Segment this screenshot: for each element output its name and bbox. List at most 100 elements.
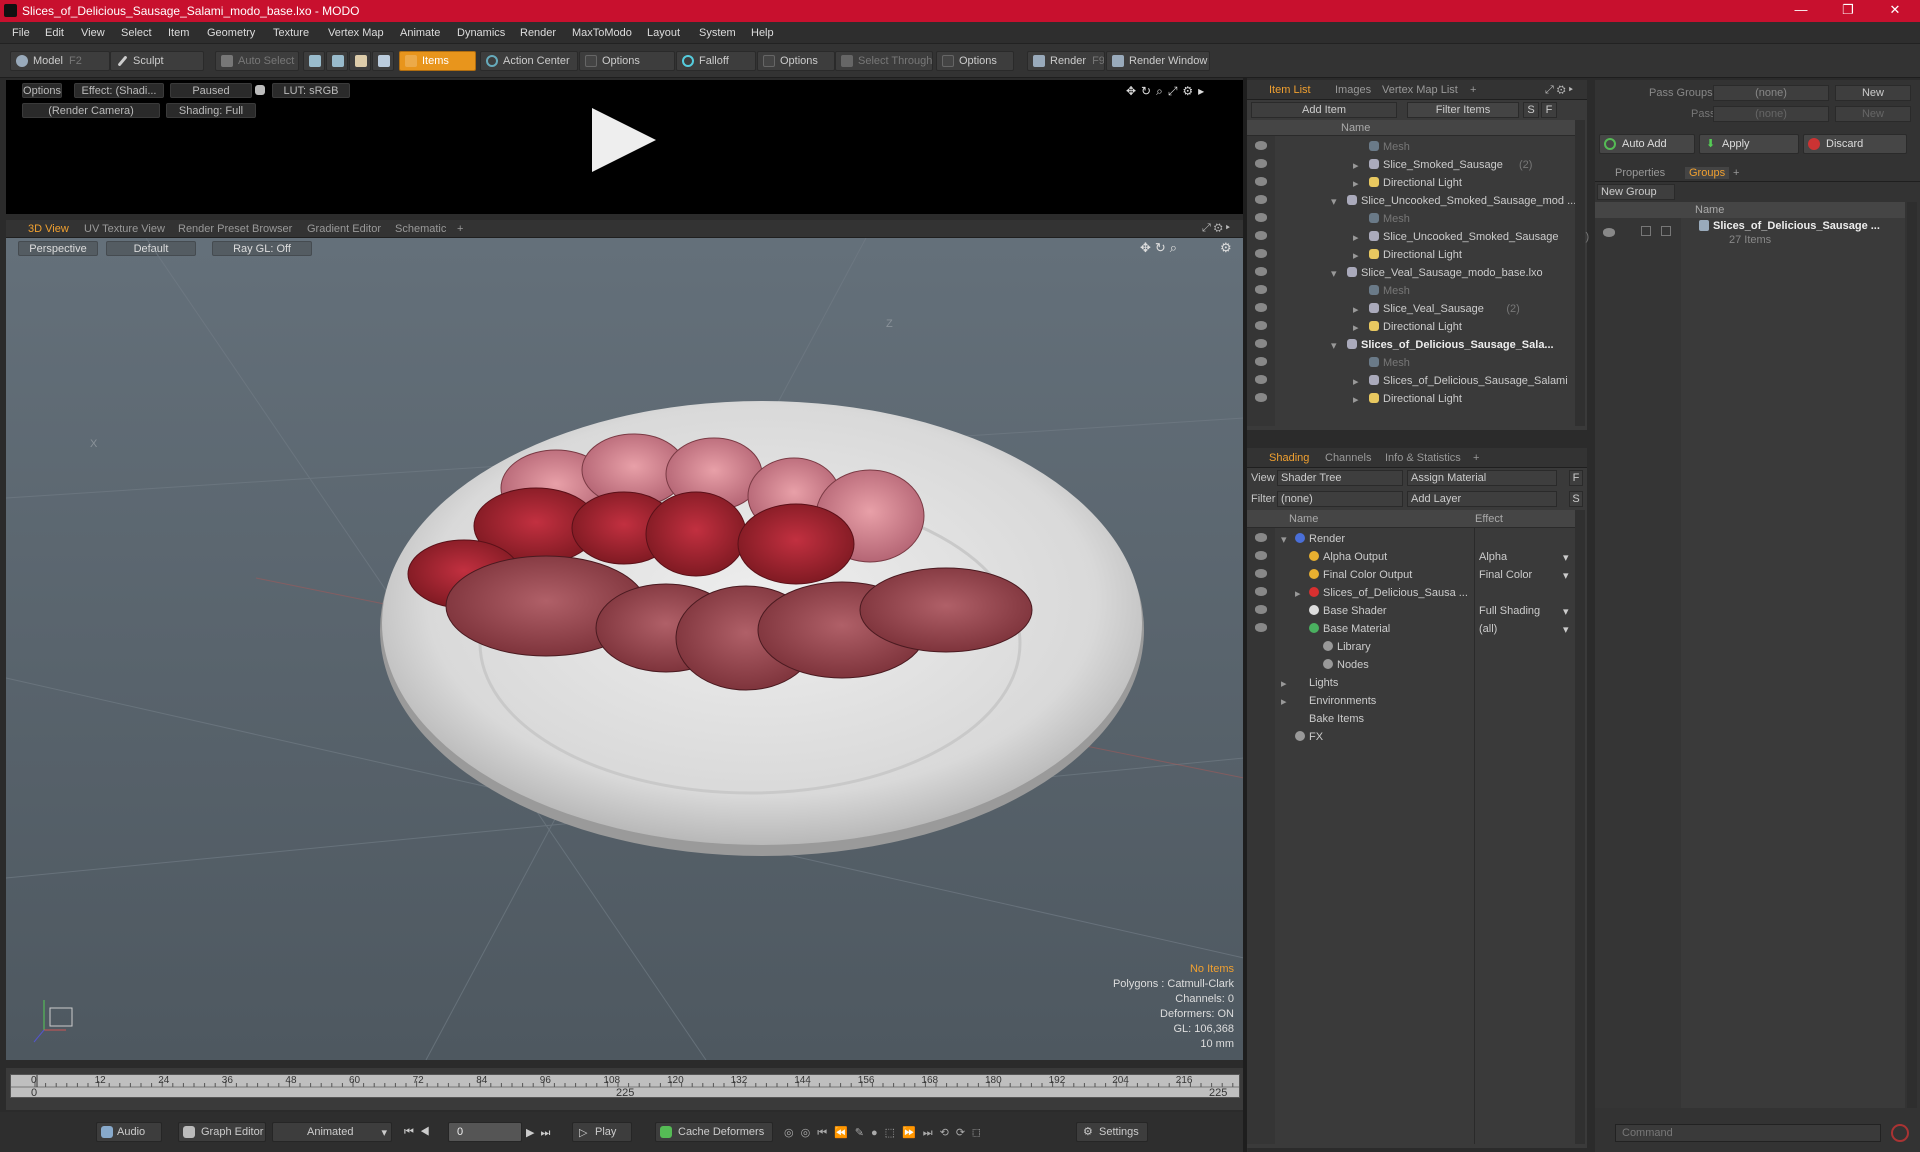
eye-icon[interactable]	[1255, 159, 1267, 168]
add-tab-button[interactable]: +	[457, 223, 463, 235]
new-pass-button[interactable]: New	[1835, 106, 1911, 122]
graph-editor-button[interactable]: Graph Editor	[178, 1122, 266, 1142]
menu-item[interactable]: Item	[168, 27, 189, 39]
panel-divider[interactable]	[1247, 430, 1587, 448]
tab-item-list[interactable]: Item List	[1269, 84, 1311, 96]
filter-s-button[interactable]: S	[1523, 102, 1539, 118]
key-tools-icons[interactable]: ◎◎⏮⏪✎●⬚⏩⏭⟲⟳⬚	[784, 1126, 988, 1140]
item-row[interactable]: ▸ Directional Light	[1247, 390, 1575, 408]
eye-icon[interactable]	[1255, 393, 1267, 402]
preview-options-button[interactable]: Options	[22, 83, 62, 98]
model-mode-button[interactable]: Model F2	[10, 51, 110, 71]
item-row[interactable]: ▸Slice_Uncooked_Smoked_Sausage(2)	[1247, 228, 1589, 246]
play-button[interactable]: ▷ Play	[572, 1122, 632, 1142]
menu-dynamics[interactable]: Dynamics	[457, 27, 505, 39]
expand-icon[interactable]: ▸	[1353, 231, 1359, 244]
item-list-scrollbar[interactable]	[1575, 120, 1585, 426]
panel-menu-icons[interactable]: ⤢⚙▸	[1202, 222, 1233, 235]
select-options-button[interactable]: Options	[936, 51, 1014, 71]
shader-row[interactable]: FX	[1247, 728, 1575, 746]
eye-icon[interactable]	[1255, 357, 1267, 366]
add-layer-dropdown[interactable]: Add Layer	[1407, 491, 1557, 507]
play-icon[interactable]	[592, 108, 656, 172]
eye-icon[interactable]	[1255, 551, 1267, 560]
name-column-header[interactable]: Name	[1695, 204, 1724, 216]
expand-icon[interactable]: ▸	[1353, 177, 1359, 190]
eye-icon[interactable]	[1255, 267, 1267, 276]
3d-viewport[interactable]: Perspective Default Ray GL: Off ✥↻⌕ ⚙ Z …	[6, 238, 1244, 1060]
item-row[interactable]: ▸ Directional Light	[1247, 174, 1575, 192]
items-mode-button[interactable]: Items	[399, 51, 476, 71]
effect-dropdown[interactable]: Alpha	[1479, 551, 1507, 563]
menu-maxtomodo[interactable]: MaxToModo	[572, 27, 632, 39]
render-camera-dropdown[interactable]: (Render Camera)	[22, 103, 160, 118]
auto-select-button[interactable]: Auto Select	[215, 51, 299, 71]
minimize-button[interactable]: —	[1786, 2, 1816, 17]
checkbox-icon[interactable]	[1641, 226, 1651, 236]
item-row[interactable]: Mesh	[1247, 138, 1575, 156]
shader-row[interactable]: ▾ Render	[1247, 530, 1575, 548]
shading-f-button[interactable]: F	[1569, 470, 1583, 486]
pass-groups-dropdown[interactable]: (none)	[1713, 85, 1829, 101]
command-record-icon[interactable]	[1891, 1124, 1909, 1142]
apply-button[interactable]: ⬇ Apply	[1699, 134, 1799, 154]
assign-material-dropdown[interactable]: Assign Material	[1407, 470, 1557, 486]
item-row[interactable]: ▸ Slice_Smoked_Sausage (2)	[1247, 156, 1575, 174]
expand-icon[interactable]: ▸	[1353, 393, 1359, 406]
select-through-button[interactable]: Select Through	[835, 51, 933, 71]
polygons-mode-button[interactable]	[349, 51, 371, 71]
eye-icon[interactable]	[1255, 587, 1267, 596]
menu-system[interactable]: System	[699, 27, 736, 39]
lut-dropdown[interactable]: LUT: sRGB	[272, 83, 350, 98]
shader-row[interactable]: Bake Items	[1247, 710, 1575, 728]
falloff-button[interactable]: Falloff	[676, 51, 756, 71]
eye-icon[interactable]	[1255, 285, 1267, 294]
item-row[interactable]: ▸Slices_of_Delicious_Sausage_Salami(2)	[1247, 372, 1621, 390]
menu-edit[interactable]: Edit	[45, 27, 64, 39]
tab-shading[interactable]: Shading	[1269, 452, 1309, 464]
name-column-header[interactable]: Name	[1289, 513, 1318, 525]
shader-row[interactable]: Base Material (all) ▾	[1247, 620, 1575, 638]
timeline-ruler[interactable]: 0 12 24 36 48 60 72 84 96 108 120 132 144 156 168 180 19…	[10, 1074, 1240, 1099]
expand-icon[interactable]: ▸	[1281, 695, 1287, 708]
shader-row[interactable]: ▸ Lights	[1247, 674, 1575, 692]
vertices-mode-button[interactable]	[303, 51, 325, 71]
item-row[interactable]: Mesh	[1247, 210, 1575, 228]
add-tab-button[interactable]: +	[1733, 167, 1739, 179]
cache-deformers-button[interactable]: Cache Deformers	[655, 1122, 773, 1142]
shader-row[interactable]: Final Color Output Final Color ▾	[1247, 566, 1575, 584]
item-row[interactable]: ▾ Slice_Veal_Sausage_modo_base.lxo	[1247, 264, 1575, 282]
tab-properties[interactable]: Properties	[1615, 167, 1665, 179]
collapse-icon[interactable]: ▾	[1331, 267, 1337, 280]
render-window-button[interactable]: Render Window	[1106, 51, 1210, 71]
chevron-down-icon[interactable]: ▾	[1563, 569, 1569, 582]
item-row[interactable]: ▾ Slices_of_Delicious_Sausage_Sala...	[1247, 336, 1575, 354]
preview-paused-button[interactable]: Paused	[170, 83, 252, 98]
groups-scrollbar[interactable]	[1907, 202, 1917, 1108]
menu-view[interactable]: View	[81, 27, 105, 39]
shading-dropdown[interactable]: Shading: Full	[166, 103, 256, 118]
materials-mode-button[interactable]	[372, 51, 394, 71]
settings-button[interactable]: ⚙ Settings	[1076, 1122, 1148, 1142]
collapse-icon[interactable]: ▾	[1331, 195, 1337, 208]
lock-icon[interactable]	[255, 85, 265, 95]
menu-vertex-map[interactable]: Vertex Map	[328, 27, 384, 39]
render-button[interactable]: Render F9	[1027, 51, 1105, 71]
effect-dropdown[interactable]: Final Color	[1479, 569, 1532, 581]
item-row[interactable]: ▸ Slice_Veal_Sausage (2)	[1247, 300, 1575, 318]
effect-dropdown[interactable]: Full Shading	[1479, 605, 1540, 617]
discard-button[interactable]: Discard	[1803, 134, 1907, 154]
panel-menu-icons[interactable]: ⤢⚙▸	[1545, 84, 1576, 97]
eye-icon[interactable]	[1255, 195, 1267, 204]
filter-items-input[interactable]: Filter Items	[1407, 102, 1519, 118]
command-input[interactable]: Command	[1615, 1124, 1881, 1142]
shader-row[interactable]: Library	[1247, 638, 1575, 656]
menu-help[interactable]: Help	[751, 27, 774, 39]
sculpt-mode-button[interactable]: Sculpt	[110, 51, 204, 71]
new-group-button[interactable]: New Group	[1597, 184, 1675, 200]
shading-scrollbar[interactable]	[1575, 510, 1585, 1144]
eye-icon[interactable]	[1255, 375, 1267, 384]
eye-icon[interactable]	[1255, 177, 1267, 186]
tab-render-preset-browser[interactable]: Render Preset Browser	[178, 223, 292, 235]
filter-f-button[interactable]: F	[1541, 102, 1557, 118]
